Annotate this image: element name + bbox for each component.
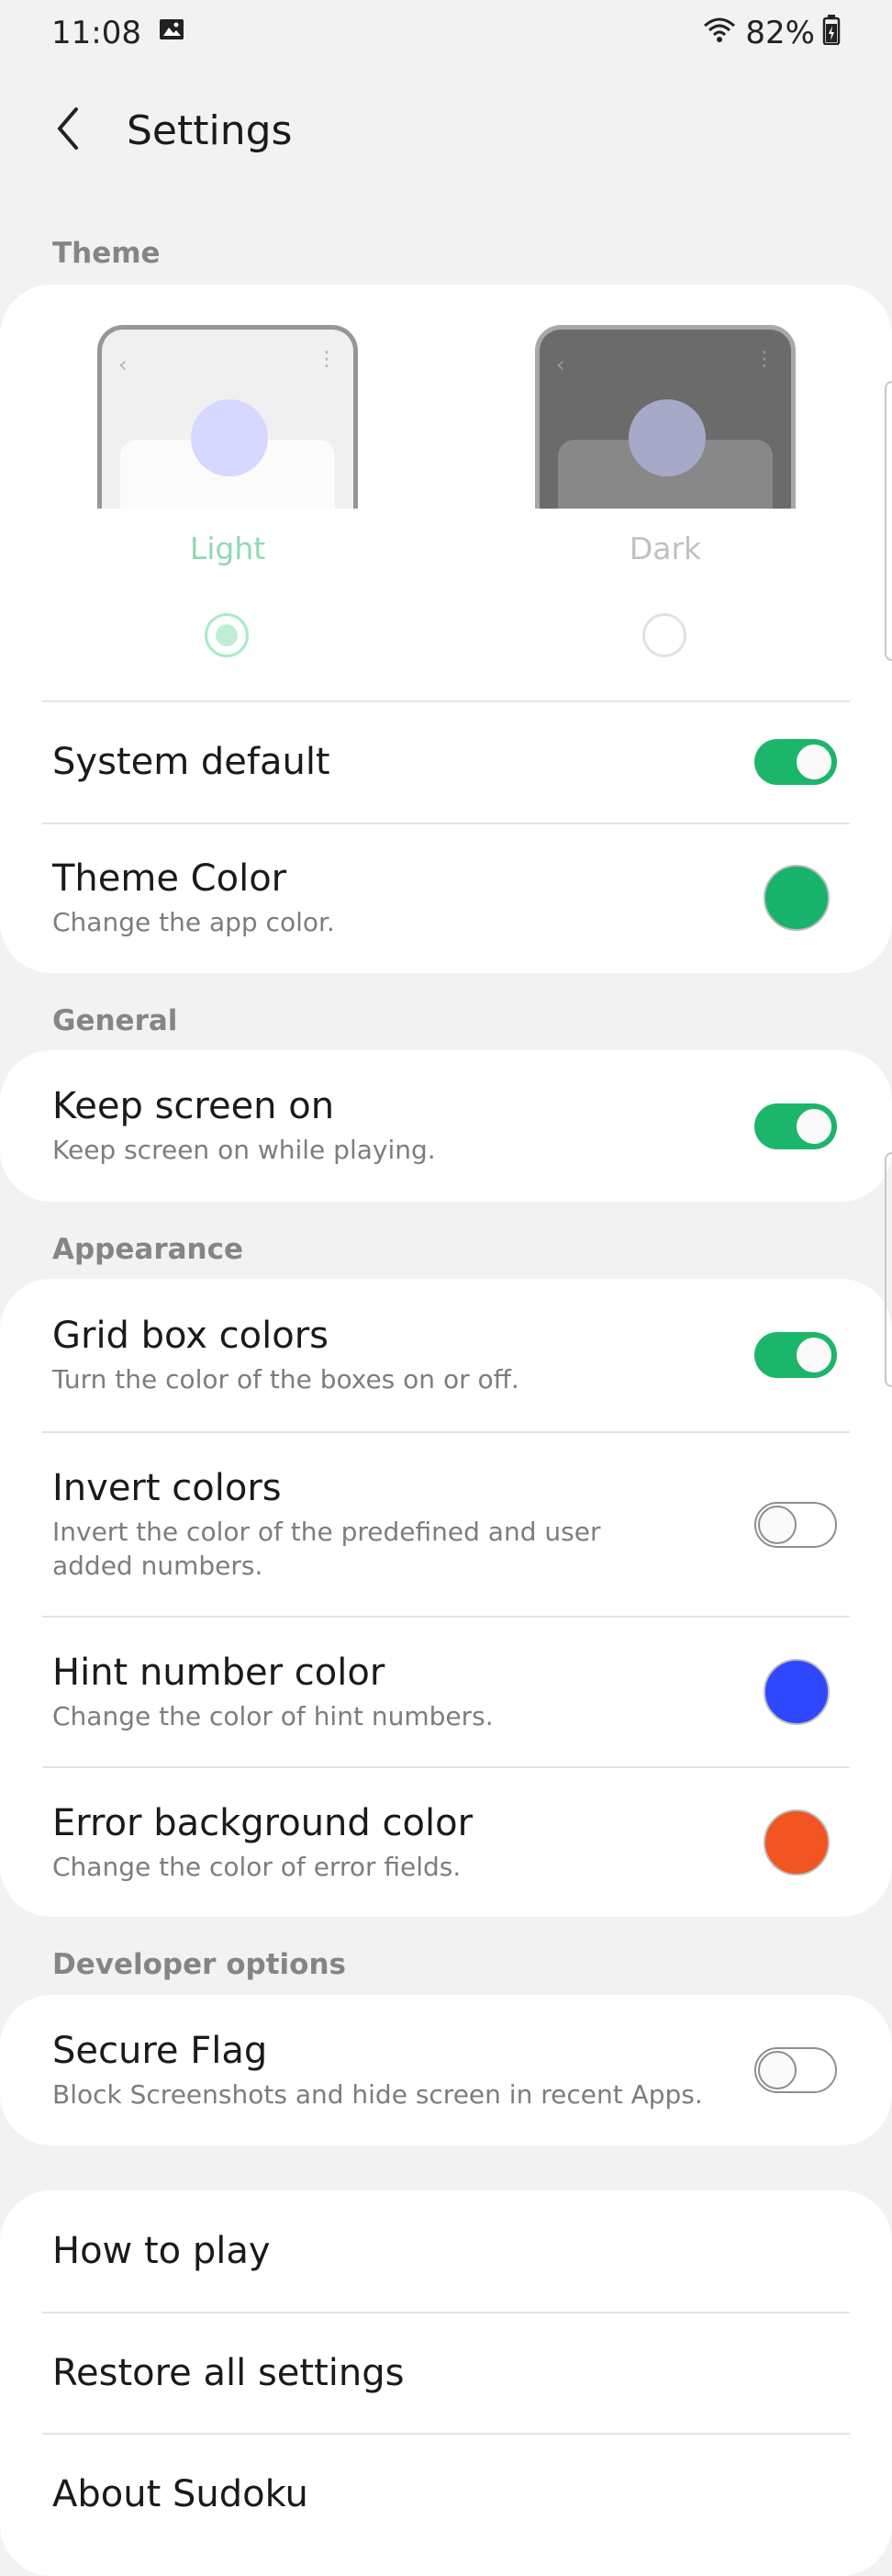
error-background-color-title: Error background color [52,1801,474,1844]
chevron-left-icon [54,106,82,155]
scroll-edge-handle[interactable] [885,381,892,661]
keep-screen-on-toggle[interactable] [754,1103,837,1149]
preview-circle [629,399,706,476]
error-background-color-swatch[interactable] [764,1809,830,1876]
chevron-left-icon: ‹ [118,352,128,377]
theme-radio-light[interactable] [205,613,249,657]
section-header-general: General [52,1004,178,1037]
theme-radio-dark[interactable] [642,613,686,657]
back-button[interactable] [48,103,88,158]
more-vert-icon: ⋮ [317,348,337,371]
app-bar: Settings [0,83,892,178]
about-title: About Sudoku [52,2473,308,2515]
how-to-play-row[interactable]: How to play [0,2190,892,2312]
divider [42,700,850,702]
status-bar: 11:08 82% [0,0,892,66]
restore-all-settings-row[interactable]: Restore all settings [0,2313,892,2433]
gallery-notification-icon [158,15,185,51]
hint-number-color-row[interactable]: Hint number color Change the color of hi… [0,1618,892,1766]
theme-color-row[interactable]: Theme Color Change the app color. [0,824,892,971]
system-default-row[interactable]: System default [0,703,892,821]
keep-screen-on-row[interactable]: Keep screen on Keep screen on while play… [0,1050,892,1202]
secure-flag-subtitle: Block Screenshots and hide screen in rec… [52,2078,703,2110]
chevron-left-icon: ‹ [556,352,565,377]
theme-preview-light[interactable]: ‹ ⋮ [97,325,358,509]
secure-flag-toggle[interactable] [754,2047,837,2093]
more-vert-icon: ⋮ [754,348,775,371]
theme-color-title: Theme Color [52,857,287,900]
keep-screen-on-title: Keep screen on [52,1085,335,1128]
theme-preview-dark[interactable]: ‹ ⋮ [535,325,796,509]
page-title: Settings [127,106,293,154]
system-default-toggle[interactable] [754,739,837,785]
hint-number-color-title: Hint number color [52,1651,385,1694]
section-header-theme: Theme [52,237,161,270]
section-header-appearance: Appearance [52,1233,243,1266]
system-default-title: System default [52,741,330,783]
error-background-color-row[interactable]: Error background color Change the color … [0,1768,892,1917]
invert-colors-subtitle: Invert the color of the predefined and u… [52,1517,601,1581]
preview-circle [191,399,268,476]
grid-box-colors-subtitle: Turn the color of the boxes on or off. [52,1363,519,1394]
secure-flag-row[interactable]: Secure Flag Block Screenshots and hide s… [0,1995,892,2145]
grid-box-colors-title: Grid box colors [52,1314,329,1357]
how-to-play-title: How to play [52,2230,271,2272]
grid-box-colors-toggle[interactable] [754,1332,837,1378]
keep-screen-on-subtitle: Keep screen on while playing. [52,1135,436,1166]
error-background-color-subtitle: Change the color of error fields. [52,1851,462,1882]
invert-colors-title: Invert colors [52,1467,282,1510]
scroll-edge-handle[interactable] [885,1152,892,1387]
restore-all-settings-title: Restore all settings [52,2352,405,2394]
battery-icon [822,14,841,53]
battery-percent: 82% [745,15,815,51]
wifi-icon [701,15,738,52]
theme-option-dark-label: Dark [629,531,702,566]
theme-option-light-label: Light [189,531,266,566]
theme-color-swatch[interactable] [764,865,830,931]
theme-color-subtitle: Change the app color. [52,906,335,937]
section-header-developer: Developer options [52,1948,346,1981]
about-row[interactable]: About Sudoku [0,2435,892,2554]
invert-colors-row[interactable]: Invert colors Invert the color of the pr… [0,1433,892,1616]
invert-colors-toggle[interactable] [754,1501,837,1548]
grid-box-colors-row[interactable]: Grid box colors Turn the color of the bo… [0,1279,892,1431]
secure-flag-title: Secure Flag [52,2029,268,2072]
status-time: 11:08 [51,15,141,51]
hint-number-color-swatch[interactable] [764,1659,830,1725]
hint-number-color-subtitle: Change the color of hint numbers. [52,1700,494,1731]
